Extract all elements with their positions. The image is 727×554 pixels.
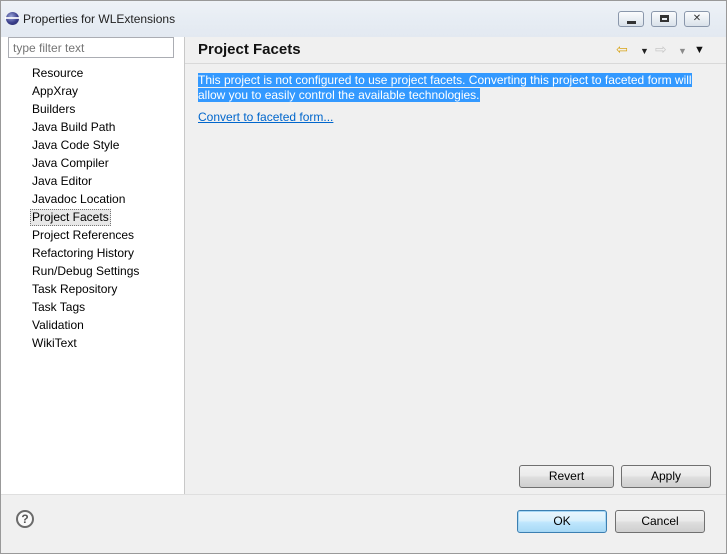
tree-item-javadoc-location[interactable]: Javadoc Location	[1, 190, 185, 208]
close-button[interactable]: ✕	[684, 11, 710, 27]
minimize-button[interactable]	[618, 11, 644, 27]
ok-button[interactable]: OK	[517, 510, 607, 533]
tree-item-label: Java Build Path	[32, 120, 116, 134]
tree-item-java-editor[interactable]: Java Editor	[1, 172, 185, 190]
tree-item-label: Builders	[32, 102, 76, 116]
view-menu-icon[interactable]: ▼	[694, 42, 705, 58]
minimize-icon	[627, 21, 636, 24]
tree-item-label: Run/Debug Settings	[32, 264, 140, 278]
tree-item-label: Java Editor	[32, 174, 93, 188]
filter-input[interactable]	[8, 37, 174, 58]
maximize-icon	[660, 15, 669, 22]
bottom-divider	[1, 494, 726, 495]
tree-item-java-code-style[interactable]: Java Code Style	[1, 136, 185, 154]
property-page: Project Facets ⇦ ▼ ⇨ ▼ ▼ This project is…	[185, 37, 726, 494]
tree-item-task-tags[interactable]: Task Tags	[1, 298, 185, 316]
eclipse-icon	[5, 12, 20, 25]
tree-item-label: Java Compiler	[32, 156, 109, 170]
tree-item-label: Resource	[32, 66, 84, 80]
forward-menu-chevron-icon[interactable]: ▼	[678, 43, 687, 59]
tree-item-appxray[interactable]: AppXray	[1, 82, 185, 100]
tree-item-refactoring-history[interactable]: Refactoring History	[1, 244, 185, 262]
apply-button[interactable]: Apply	[621, 465, 711, 488]
window-title: Properties for WLExtensions	[23, 12, 176, 26]
tree-item-label: WikiText	[32, 336, 77, 350]
close-icon: ✕	[692, 13, 702, 24]
tree-item-label: Project References	[32, 228, 135, 242]
page-title: Project Facets	[198, 41, 301, 58]
help-icon[interactable]: ?	[16, 510, 34, 528]
tree-item-label: Task Repository	[32, 282, 118, 296]
forward-arrow-icon[interactable]: ⇨	[655, 41, 667, 57]
tree-item-builders[interactable]: Builders	[1, 100, 185, 118]
tree-item-project-references[interactable]: Project References	[1, 226, 185, 244]
tree-item-java-compiler[interactable]: Java Compiler	[1, 154, 185, 172]
cancel-button[interactable]: Cancel	[615, 510, 705, 533]
tree-item-label: Java Code Style	[32, 138, 120, 152]
tree-item-task-repository[interactable]: Task Repository	[1, 280, 185, 298]
tree-item-java-build-path[interactable]: Java Build Path	[1, 118, 185, 136]
tree-item-label: Refactoring History	[32, 246, 135, 260]
back-menu-chevron-icon[interactable]: ▼	[640, 43, 649, 59]
back-arrow-icon[interactable]: ⇦	[616, 41, 628, 57]
tree-item-label: Javadoc Location	[32, 192, 126, 206]
tree-item-label: Task Tags	[32, 300, 86, 314]
tree-item-project-facets[interactable]: Project Facets	[1, 208, 185, 226]
tree-item-validation[interactable]: Validation	[1, 316, 185, 334]
revert-button[interactable]: Revert	[519, 465, 614, 488]
page-header: Project Facets ⇦ ▼ ⇨ ▼ ▼	[185, 37, 726, 64]
convert-to-faceted-form-link[interactable]: Convert to faceted form...	[198, 110, 333, 124]
tree-item-resource[interactable]: Resource	[1, 64, 185, 82]
selected-message-text: This project is not configured to use pr…	[198, 73, 692, 102]
sidebar: Resource AppXray Builders Java Build Pat…	[1, 37, 185, 494]
properties-dialog: Properties for WLExtensions ✕ Resource A…	[0, 0, 727, 554]
apply-button-label: Apply	[650, 469, 682, 483]
tree-item-wikitext[interactable]: WikiText	[1, 334, 185, 352]
facets-message: This project is not configured to use pr…	[198, 73, 703, 103]
tree-item-label: AppXray	[32, 84, 79, 98]
tree-item-label: Project Facets	[30, 209, 111, 226]
tree-item-label: Validation	[32, 318, 84, 332]
property-tree: Resource AppXray Builders Java Build Pat…	[1, 64, 185, 352]
maximize-button[interactable]	[651, 11, 677, 27]
tree-item-run-debug-settings[interactable]: Run/Debug Settings	[1, 262, 185, 280]
title-bar[interactable]: Properties for WLExtensions ✕	[1, 1, 726, 37]
